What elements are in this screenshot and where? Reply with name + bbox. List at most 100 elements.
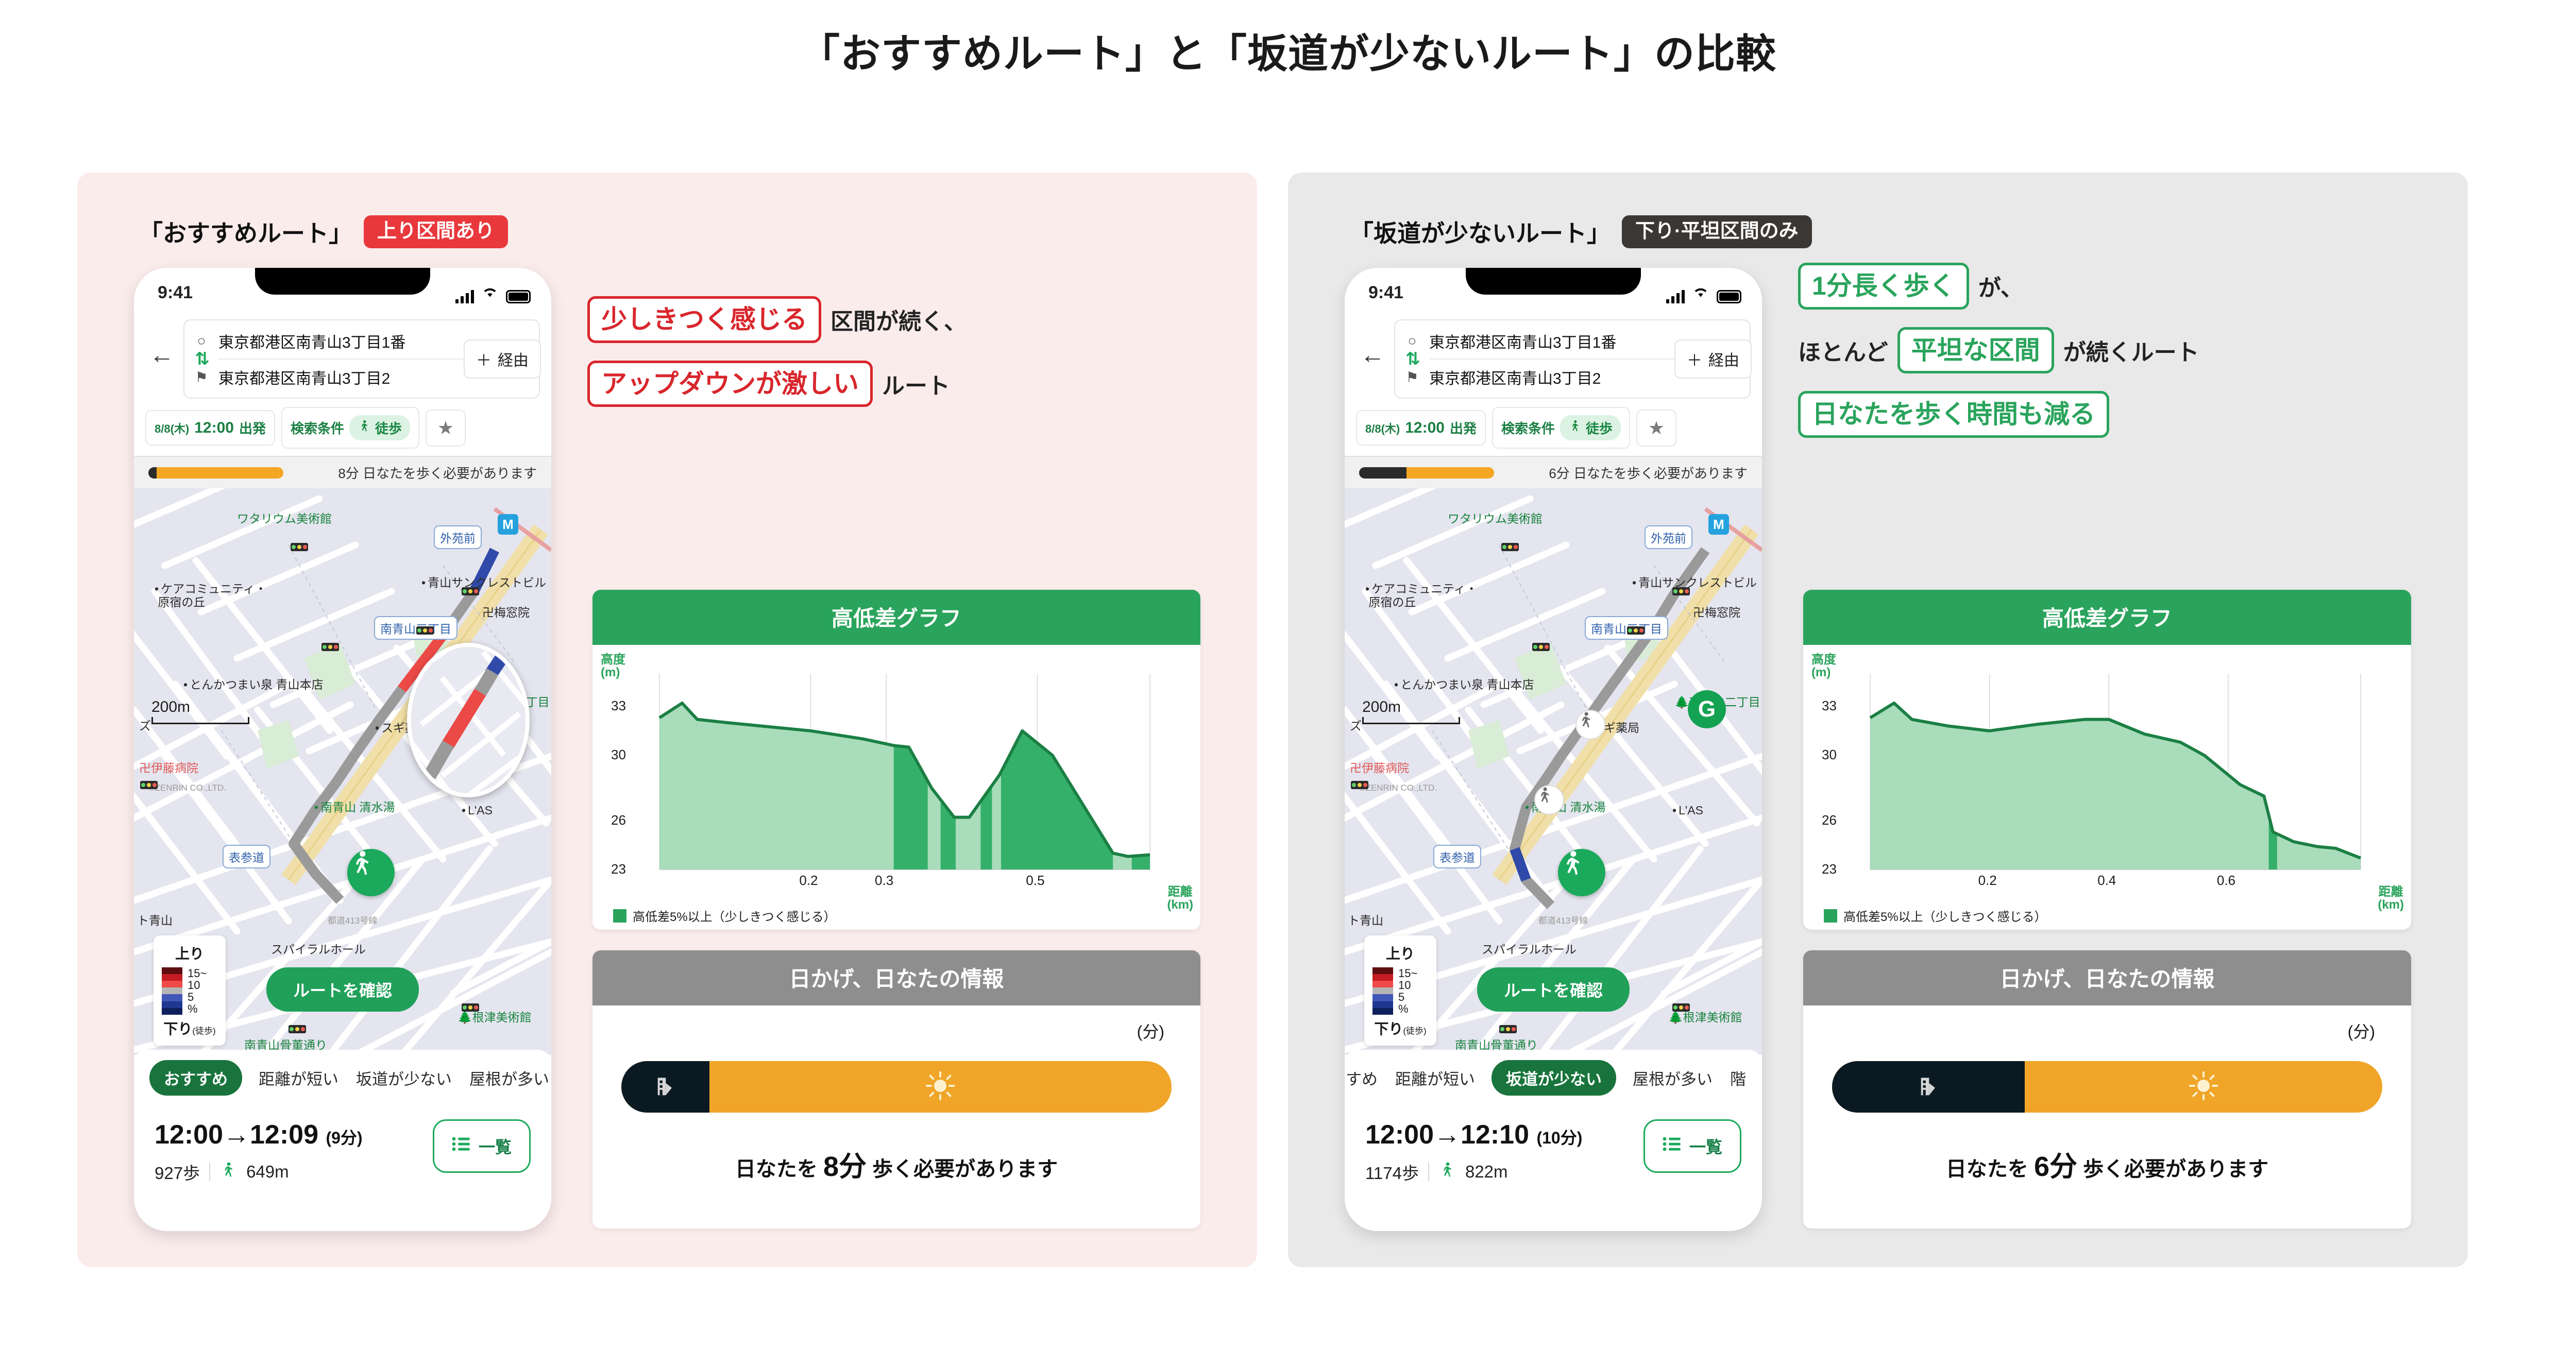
map-scale-bar: 200m [151, 698, 249, 724]
search-condition-button[interactable]: 検索条件 徒歩 [1492, 407, 1631, 449]
back-arrow-icon[interactable]: ← [1356, 343, 1389, 375]
annotation-highlight: 少しきつく感じる [587, 296, 821, 343]
sun-caption-post: 歩く必要があります [872, 1158, 1058, 1181]
station-label[interactable]: 外苑前 [434, 525, 482, 549]
slope-tick: 5 [188, 990, 194, 1003]
goal-pin[interactable]: G [1688, 690, 1726, 728]
route-tab[interactable]: 距離が短い [1394, 1064, 1476, 1091]
metro-icon: M [1708, 514, 1729, 535]
search-options-row: 8/8(木) 12:00 出発 検索条件 徒歩 ★ [134, 399, 551, 456]
current-position-walk-pin[interactable] [1558, 849, 1605, 896]
route-tab[interactable]: 屋根が多い [468, 1064, 550, 1091]
sun-icon [2188, 1070, 2219, 1104]
sun-icon [925, 1070, 956, 1104]
annotation-lead: ほとんど [1798, 339, 1888, 365]
status-clock: 9:41 [158, 282, 193, 302]
annotation-highlight: 日なたを歩く時間も減る [1798, 391, 2109, 438]
elevation-chart-title: 高低差グラフ [592, 590, 1200, 645]
phone-mockup[interactable]: 9:41 ← ⇅ ○ 東京都港区南青山3丁目1番 ⚑ 東京都港区南青山3丁目2 ＋ 経由 8/8(… [134, 268, 551, 1231]
map-label: スパイラルホール [1482, 943, 1577, 956]
list-icon [452, 1136, 470, 1156]
panel-few-slopes-route: 「坂道が少ないルート」 下り·平坦区間のみ 9:41 ← ⇅ ○ 東京都港区南青山3丁目1番… [1288, 173, 2468, 1267]
slope-color-legend: 上り 15~ 10 5% 下り(徒歩) [1364, 935, 1436, 1046]
annotation-line: アップダウンが激しい ルート [587, 360, 1242, 407]
elevation-y-axis-title: 高度 (m) [601, 653, 625, 680]
station-label[interactable]: 表参道 [223, 845, 270, 868]
travel-mode-chip[interactable]: 徒歩 [1560, 415, 1621, 440]
route-map[interactable]: ワタリウム美術館外苑前 M 青山サンクレストビル卍梅窓院 ケアコミュニティ・ 原宿の丘… [134, 488, 551, 1055]
annotation-line: ほとんど 平坦な区間 が続くルート [1798, 327, 2452, 373]
sun-shade-card: 日かげ、日なたの情報 (分) 日なたを 8分 歩く必要があります [592, 950, 1200, 1228]
elevation-chart-plot: 高度 (m) 33 30 26 23 0.2 0.4 0.6 距離 (km) 高低差5%以上（少しきつ… [1803, 645, 2411, 926]
x-tick: 0.2 [799, 873, 818, 888]
map-label: 都道413号線 [1538, 916, 1588, 926]
add-via-button[interactable]: ＋ 経由 [1674, 339, 1752, 379]
destination-input[interactable]: 東京都港区南青山3丁目2 [1429, 366, 1601, 388]
map-label: 都道413号線 [328, 916, 378, 926]
phone-mockup[interactable]: 9:41 ← ⇅ ○ 東京都港区南青山3丁目1番 ⚑ 東京都港区南青山3丁目2 ＋ 経由 8/8(… [1345, 268, 1762, 1231]
favorite-star-icon[interactable]: ★ [1636, 409, 1677, 447]
annotation-line: 少しきつく感じる 区間が続く、 [587, 296, 1242, 343]
sun-caption-pre: 日なたを [735, 1158, 818, 1181]
route-tab[interactable]: 階 [1729, 1064, 1747, 1091]
traffic-signal-icon [321, 643, 339, 651]
panel-badge: 下り·平坦区間のみ [1622, 215, 1812, 248]
route-map[interactable]: ワタリウム美術館外苑前 M 青山サンクレストビル卍梅窓院 ケアコミュニティ・ 原宿の丘… [1345, 488, 1762, 1055]
panel-recommended-route: 「おすすめルート」 上り区間あり 9:41 ← ⇅ ○ 東京都港区南青山3丁目1番 ⚑ 東京都港… [77, 173, 1257, 1267]
route-tab-active[interactable]: 坂道が少ない [1492, 1060, 1616, 1096]
comparison-panels: 「おすすめルート」 上り区間あり 9:41 ← ⇅ ○ 東京都港区南青山3丁目1番 ⚑ 東京都港… [0, 173, 2576, 1295]
panel-route-name: 「おすすめルート」 [139, 220, 352, 247]
route-tab[interactable]: 坂道が少ない [355, 1064, 453, 1091]
swap-endpoints-icon[interactable]: ⇅ [1405, 350, 1420, 368]
travel-mode-chip[interactable]: 徒歩 [349, 415, 411, 440]
station-label[interactable]: 外苑前 [1645, 525, 1692, 549]
search-condition-button[interactable]: 検索条件 徒歩 [281, 407, 420, 449]
route-tab[interactable]: 距離が短い [258, 1064, 340, 1091]
travel-mode-label: 徒歩 [375, 421, 402, 436]
legend-swatch [613, 909, 626, 923]
slope-legend-up-label: 上り [175, 945, 204, 962]
station-label[interactable]: 南青山三丁目 [1585, 616, 1668, 640]
route-tab[interactable]: 屋根が多い [1632, 1064, 1714, 1091]
departure-date: 8/8(木) [155, 422, 190, 435]
map-label: ズ [1350, 719, 1362, 732]
route-list-button[interactable]: 一覧 [432, 1119, 531, 1173]
departure-time-button[interactable]: 8/8(木) 12:00 出発 [1356, 410, 1486, 446]
confirm-route-button[interactable]: ルートを確認 [266, 967, 419, 1012]
departure-time-button[interactable]: 8/8(木) 12:00 出発 [145, 410, 275, 446]
y-tick: 23 [611, 861, 626, 877]
confirm-route-button[interactable]: ルートを確認 [1477, 967, 1630, 1012]
search-condition-label: 検索条件 [291, 421, 345, 436]
map-label: ト青山 [137, 914, 173, 927]
travel-mode-label: 徒歩 [1586, 421, 1613, 436]
route-list-button[interactable]: 一覧 [1643, 1119, 1741, 1173]
departure-time: 12:00 [1405, 419, 1445, 436]
swap-endpoints-icon[interactable]: ⇅ [195, 350, 210, 368]
back-arrow-icon[interactable]: ← [145, 343, 178, 375]
sun-exposure-minibar [1359, 467, 1494, 479]
search-options-row: 8/8(木) 12:00 出発 検索条件 徒歩 ★ [1345, 399, 1762, 456]
sun-exposure-strip-text: 8分 日なたを歩く必要があります [338, 466, 537, 481]
route-duration: (10分) [1536, 1129, 1583, 1147]
route-tab[interactable]: すめ [1345, 1064, 1379, 1091]
add-via-button[interactable]: ＋ 経由 [464, 339, 541, 379]
map-scale-label: 200m [151, 698, 191, 715]
crosswalk-icon [1575, 710, 1605, 740]
route-tab-active[interactable]: おすすめ [149, 1060, 242, 1096]
current-position-walk-pin[interactable] [347, 849, 395, 896]
favorite-star-icon[interactable]: ★ [426, 409, 466, 447]
sun-shade-title: 日かげ、日なたの情報 [1803, 950, 2411, 1005]
traffic-signal-icon [416, 626, 434, 635]
destination-input[interactable]: 東京都港区南青山3丁目2 [218, 366, 390, 388]
arrow-icon: → [1434, 1120, 1461, 1150]
add-via-label: 経由 [1708, 352, 1739, 369]
route-list-label: 一覧 [1689, 1138, 1722, 1156]
route-tabs: すめ 距離が短い 坂道が少ない 屋根が多い階 [1345, 1060, 1762, 1096]
origin-input[interactable]: 東京都港区南青山3丁目1番 [1429, 330, 1616, 352]
origin-input[interactable]: 東京都港区南青山3丁目1番 [218, 330, 405, 352]
sun-shade-unit: (分) [1137, 1022, 1164, 1041]
station-label[interactable]: 表参道 [1433, 845, 1481, 868]
slope-tick: 5 [1398, 990, 1405, 1003]
station-label[interactable]: 南青山三丁目 [374, 616, 457, 640]
elevation-chart-card: 高低差グラフ 高度 (m) 33 30 26 23 0.2 0.3 0.5 距離 (km) 高低差5%以… [592, 590, 1200, 930]
